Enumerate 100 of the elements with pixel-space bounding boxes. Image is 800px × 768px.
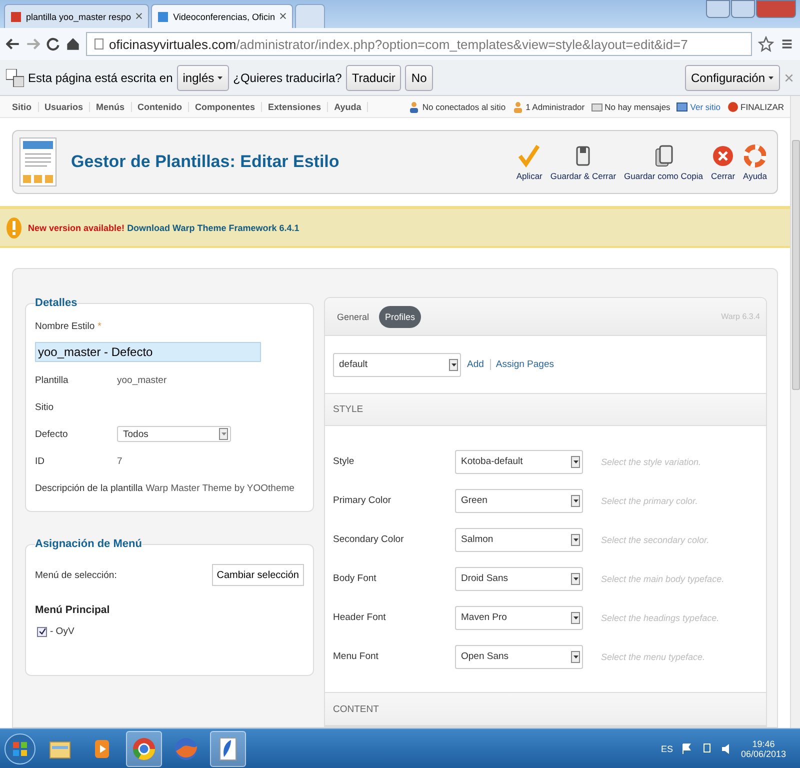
menu-item[interactable]: Contenido	[132, 102, 190, 112]
toolbar-button[interactable]: Cerrar	[706, 144, 740, 180]
option-dropdown[interactable]: Maven Pro	[455, 606, 583, 630]
toolbar-button[interactable]: Aplicar	[512, 144, 546, 180]
start-button[interactable]	[4, 732, 36, 764]
minimize-button[interactable]	[706, 0, 730, 18]
maximize-button[interactable]	[731, 0, 755, 18]
section-header: STYLE	[325, 394, 766, 426]
notice-text: New version available! Download Warp Theme Framework 6.4.1	[28, 222, 300, 232]
browser-tab[interactable]: plantilla yoo_master respo	[4, 4, 150, 28]
browser-tab[interactable]: Videoconferencias, Oficin	[151, 4, 293, 28]
field-label: Header Font	[333, 612, 387, 624]
field-hint: Select the main body typeface.	[601, 574, 724, 584]
field-value: Warp Master Theme by YOOtheme	[146, 482, 294, 494]
menu-icon	[780, 37, 794, 51]
menu-item[interactable]: Extensiones	[262, 102, 328, 112]
menu-item[interactable]: Componentes	[189, 102, 262, 112]
scope-dropdown[interactable]: Todos	[117, 426, 231, 442]
caret-icon	[572, 576, 578, 582]
field-value: yoo_master	[117, 374, 167, 386]
toolbar-button[interactable]: Guardar como Copia	[620, 144, 707, 180]
caret-icon	[220, 431, 226, 437]
field-label: Nombre Estilo *	[35, 321, 102, 332]
change-selection-button[interactable]: Cambiar selección	[212, 564, 304, 586]
field-label: Descripción de la plantilla	[35, 482, 143, 494]
field-label: Secondary Color	[333, 534, 405, 546]
menu-item[interactable]: Ayuda	[328, 102, 368, 112]
field-label: ID	[35, 456, 46, 466]
option-dropdown[interactable]: Droid Sans	[455, 566, 583, 591]
template-icon	[19, 137, 57, 187]
panel-tab[interactable]: General	[331, 306, 376, 328]
scrollbar[interactable]	[790, 96, 800, 728]
profile-link[interactable]: Assign Pages	[490, 359, 554, 370]
translate-message: Esta página está escrita en	[28, 70, 173, 84]
lifebuoy-icon	[744, 144, 766, 168]
toolbar-button[interactable]: Ayuda	[739, 144, 771, 180]
taskbar-app[interactable]	[210, 730, 246, 766]
toolbar-button[interactable]: Guardar & Cerrar	[546, 144, 620, 180]
field-hint: Select the headings typeface.	[601, 612, 720, 623]
network-icon	[700, 742, 713, 754]
status-link[interactable]: No hay mensajes	[604, 102, 670, 112]
site-icon	[10, 10, 22, 22]
translate-button[interactable]: Traducir	[346, 64, 402, 90]
checkbox[interactable]	[37, 626, 47, 636]
status-link[interactable]: Ver sitio	[690, 102, 721, 112]
caret-icon	[572, 654, 578, 660]
checkmark-icon	[518, 144, 540, 168]
mail-icon	[590, 100, 603, 112]
status-link[interactable]: FINALIZAR	[740, 102, 784, 112]
download-link[interactable]: Download Warp Theme Framework 6.4.1	[127, 222, 300, 232]
power-icon	[726, 100, 739, 112]
browser-icon[interactable]	[131, 736, 157, 762]
field-hint: Select the style variation.	[601, 456, 702, 467]
option-dropdown[interactable]: Kotoba-default	[455, 450, 583, 474]
flag-icon	[680, 742, 693, 754]
panel-tab[interactable]: Profiles	[379, 306, 422, 328]
reload-icon	[46, 37, 60, 51]
site-icon	[157, 10, 170, 22]
menu-title: Menú Principal	[35, 604, 111, 616]
caret-icon	[572, 614, 578, 621]
caret-icon	[450, 362, 456, 368]
clock[interactable]: 19:46 06/06/2013	[740, 738, 786, 758]
forward-icon	[26, 37, 40, 51]
field-label: Primary Color	[333, 495, 392, 506]
style-name-field[interactable]: yoo_master - Defecto	[35, 342, 261, 362]
translate-question: ¿Quieres traducirla?	[233, 70, 342, 84]
menu-item[interactable]: Sitio	[6, 102, 38, 112]
caret-icon	[572, 458, 578, 465]
settings-dropdown[interactable]: Configuración	[684, 64, 780, 90]
field-label: Sitio	[35, 402, 54, 412]
language-dropdown[interactable]: inglés	[176, 64, 230, 90]
caret-icon	[572, 498, 578, 504]
option-dropdown[interactable]: Green	[455, 488, 583, 513]
window-icon	[676, 100, 688, 112]
profile-link[interactable]: Add	[467, 359, 484, 370]
field-label: Style	[333, 456, 356, 468]
user-icon	[408, 100, 420, 112]
menu-item[interactable]: Usuarios	[38, 102, 90, 112]
field-label: Defecto	[35, 428, 69, 440]
menu-item[interactable]: Menús	[90, 102, 132, 112]
field-hint: Select the menu typeface.	[601, 652, 706, 662]
field-label: Body Font	[333, 573, 378, 584]
address-field[interactable]: oficinasyvirtuales.com/administrator/index.php?option=com_templates&view=style&layout=edit&id=7	[86, 32, 752, 56]
translate-icon	[6, 68, 24, 86]
option-dropdown[interactable]: Open Sans	[455, 644, 583, 669]
warning-icon	[6, 216, 22, 238]
back-icon	[6, 37, 20, 51]
star-icon	[758, 36, 774, 52]
section-legend: Detalles	[35, 297, 78, 309]
field-value: 7	[117, 456, 122, 466]
translate-button[interactable]: No	[405, 64, 433, 90]
field-hint: Select the secondary color.	[601, 534, 710, 545]
home-icon	[66, 37, 80, 51]
taskbar-app[interactable]	[126, 730, 162, 766]
status-link[interactable]: No conectados al sitio	[422, 102, 506, 112]
status-link[interactable]: 1 Administrador	[526, 102, 585, 112]
option-dropdown[interactable]: Salmon	[455, 528, 583, 552]
caret-icon	[217, 74, 224, 80]
profile-dropdown[interactable]: default	[333, 352, 461, 377]
language-indicator[interactable]: ES	[660, 744, 673, 754]
